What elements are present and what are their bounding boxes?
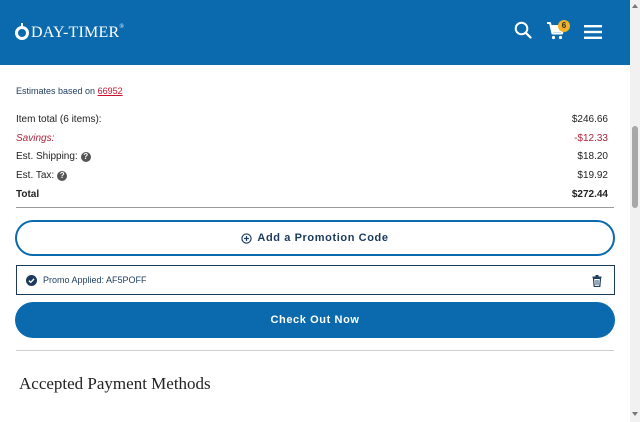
clock-logo-icon (15, 23, 29, 40)
page-scrollbar[interactable] (630, 0, 640, 422)
accepted-payment-methods-heading: Accepted Payment Methods (19, 374, 211, 393)
plus-circle-icon (241, 232, 253, 244)
tax-row: Est. Tax: ? $19.92 (16, 170, 608, 181)
brand-logo[interactable]: DAY-TIMER® (15, 23, 125, 42)
savings-label: Savings: (16, 133, 55, 144)
check-circle-icon (26, 274, 37, 286)
zip-code-link[interactable]: 66952 (98, 86, 123, 96)
promo-applied-text: Promo Applied: AF5POFF (43, 275, 147, 285)
estimates-prefix: Estimates based on (16, 86, 96, 96)
item-total-label: Item total (6 items): (16, 114, 102, 125)
add-promotion-code-label: Add a Promotion Code (257, 232, 389, 244)
shipping-value: $18.20 (577, 151, 608, 162)
tax-label: Est. Tax: (16, 170, 55, 181)
savings-row: Savings: -$12.33 (16, 133, 608, 144)
site-header: DAY-TIMER® 6 (0, 0, 630, 65)
check-out-now-button[interactable]: Check Out Now (15, 302, 615, 338)
shipping-label: Est. Shipping: (16, 151, 78, 162)
estimates-note: Estimates based on 66952 (16, 86, 123, 96)
summary-divider (16, 207, 614, 208)
scrollbar-thumb[interactable] (632, 126, 638, 208)
scroll-up-arrow-icon[interactable] (632, 4, 638, 8)
tax-label-group: Est. Tax: ? (16, 170, 68, 181)
check-out-now-label: Check Out Now (270, 314, 360, 326)
search-icon[interactable] (514, 21, 532, 44)
shipping-row: Est. Shipping: ? $18.20 (16, 151, 608, 162)
shipping-help-icon[interactable]: ? (80, 151, 91, 162)
scroll-down-arrow-icon[interactable] (632, 412, 638, 416)
tax-help-icon[interactable]: ? (57, 170, 68, 181)
shipping-label-group: Est. Shipping: ? (16, 151, 91, 162)
trash-icon[interactable] (592, 275, 602, 289)
total-value: $272.44 (571, 189, 608, 200)
section-divider (16, 350, 614, 351)
item-total-row: Item total (6 items): $246.66 (16, 114, 608, 125)
add-promotion-code-button[interactable]: Add a Promotion Code (15, 220, 615, 256)
tax-value: $19.92 (577, 170, 608, 181)
total-row: Total $272.44 (16, 189, 608, 200)
item-total-value: $246.66 (571, 114, 608, 125)
promo-applied-banner: Promo Applied: AF5POFF (16, 265, 615, 295)
savings-value: -$12.33 (574, 133, 608, 144)
total-label: Total (16, 189, 40, 200)
hamburger-menu-icon[interactable] (584, 24, 602, 45)
cart-count-badge: 6 (558, 20, 570, 32)
brand-name: DAY-TIMER® (31, 24, 125, 41)
